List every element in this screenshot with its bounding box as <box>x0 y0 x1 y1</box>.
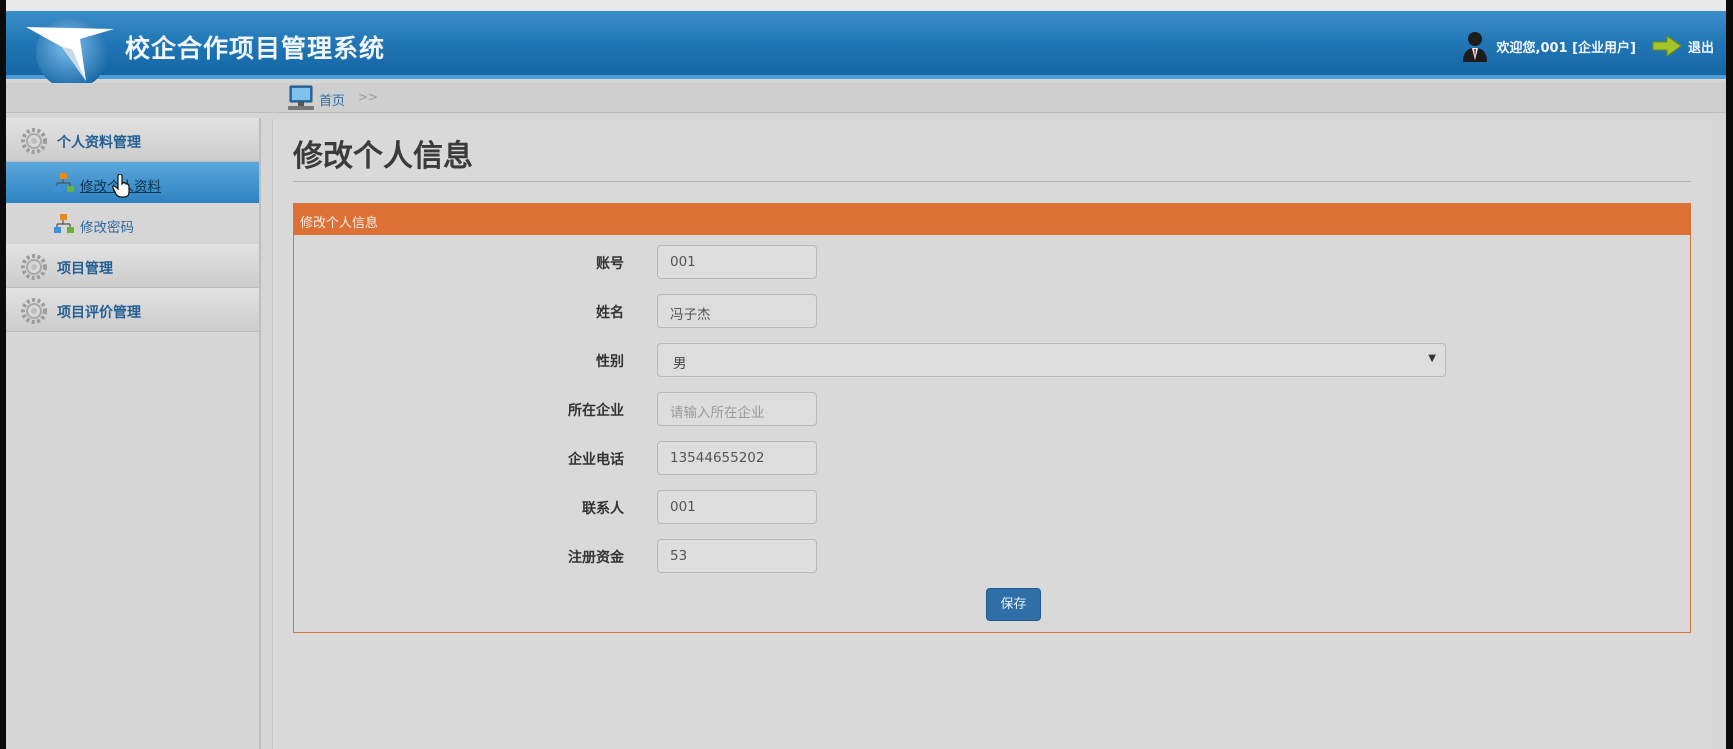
sidebar-item-edit-profile[interactable]: 修改个人资料 <box>6 162 259 203</box>
contact-input[interactable]: 001 <box>657 490 817 524</box>
sidebar-group-label: 个人资料管理 <box>57 135 141 151</box>
sidebar-group-projects[interactable]: 项目管理 <box>6 244 259 288</box>
account-label: 账号 <box>596 256 624 272</box>
form-row-company: 所在企业 请输入所在企业 <box>294 391 1690 427</box>
sidebar: 个人资料管理 修改个人资料 修改密码 项目管理 <box>6 118 261 749</box>
company-label: 所在企业 <box>568 403 624 419</box>
page-title: 修改个人信息 <box>293 139 473 174</box>
panel-title: 修改个人信息 <box>294 204 1690 235</box>
form-row-gender: 性别 男 ▼ <box>294 342 1690 378</box>
phone-label: 企业电话 <box>568 452 624 468</box>
sidebar-group-label: 项目管理 <box>57 261 113 277</box>
breadcrumb: 首页 >> <box>6 83 1726 113</box>
gender-select[interactable]: 男 ▼ <box>657 343 1446 377</box>
welcome-text: 欢迎您,001 [企业用户] <box>1496 40 1636 56</box>
gender-selected-value: 男 <box>673 356 687 372</box>
gear-icon <box>21 254 47 280</box>
contact-label: 联系人 <box>582 501 624 517</box>
name-label: 姓名 <box>596 305 624 321</box>
main-content: 修改个人信息 修改个人信息 账号 001 姓名 冯子杰 性别 男 ▼ 所在企业 … <box>272 119 1712 749</box>
screen-right-edge <box>1726 0 1733 749</box>
system-title: 校企合作项目管理系统 <box>125 34 386 63</box>
gear-icon <box>21 128 47 154</box>
computer-icon <box>288 85 314 110</box>
sidebar-group-label: 项目评价管理 <box>57 305 141 321</box>
capital-label: 注册资金 <box>568 550 624 566</box>
hand-cursor-icon <box>112 174 130 198</box>
title-divider <box>293 181 1691 182</box>
gender-label: 性别 <box>596 354 624 370</box>
phone-input[interactable]: 13544655202 <box>657 441 817 475</box>
form-row-capital: 注册资金 53 <box>294 538 1690 574</box>
app-header: 校企合作项目管理系统 欢迎您,001 [企业用户] 退出 <box>6 11 1726 89</box>
chevron-down-icon: ▼ <box>1428 353 1436 364</box>
company-input[interactable]: 请输入所在企业 <box>657 392 817 426</box>
account-input[interactable]: 001 <box>657 245 817 279</box>
logo-plane-icon <box>26 17 114 89</box>
form-row-phone: 企业电话 13544655202 <box>294 440 1690 476</box>
tree-node-icon <box>54 214 74 233</box>
user-area: 欢迎您,001 [企业用户] 退出 <box>1461 31 1714 62</box>
gear-icon <box>21 298 47 324</box>
edit-profile-panel: 修改个人信息 账号 001 姓名 冯子杰 性别 男 ▼ 所在企业 请输入所在企业… <box>293 203 1691 633</box>
exit-arrow-icon[interactable] <box>1652 35 1682 57</box>
logout-link[interactable]: 退出 <box>1688 37 1714 56</box>
bookmarks-bar <box>6 0 1726 11</box>
user-avatar-icon <box>1462 32 1487 62</box>
form-row-name: 姓名 冯子杰 <box>294 293 1690 329</box>
form-row-account: 账号 001 <box>294 244 1690 280</box>
name-input[interactable]: 冯子杰 <box>657 294 817 328</box>
breadcrumb-separator: >> <box>358 90 379 104</box>
sidebar-group-evaluations[interactable]: 项目评价管理 <box>6 288 259 332</box>
sidebar-item-change-password[interactable]: 修改密码 <box>6 203 259 244</box>
sidebar-group-profile[interactable]: 个人资料管理 <box>6 118 259 162</box>
tree-node-icon <box>54 173 74 192</box>
capital-input[interactable]: 53 <box>657 539 817 573</box>
form-row-contact: 联系人 001 <box>294 489 1690 525</box>
save-button[interactable]: 保存 <box>986 588 1041 621</box>
sidebar-item-label: 修改密码 <box>80 220 134 236</box>
breadcrumb-home-link[interactable]: 首页 <box>319 90 345 109</box>
